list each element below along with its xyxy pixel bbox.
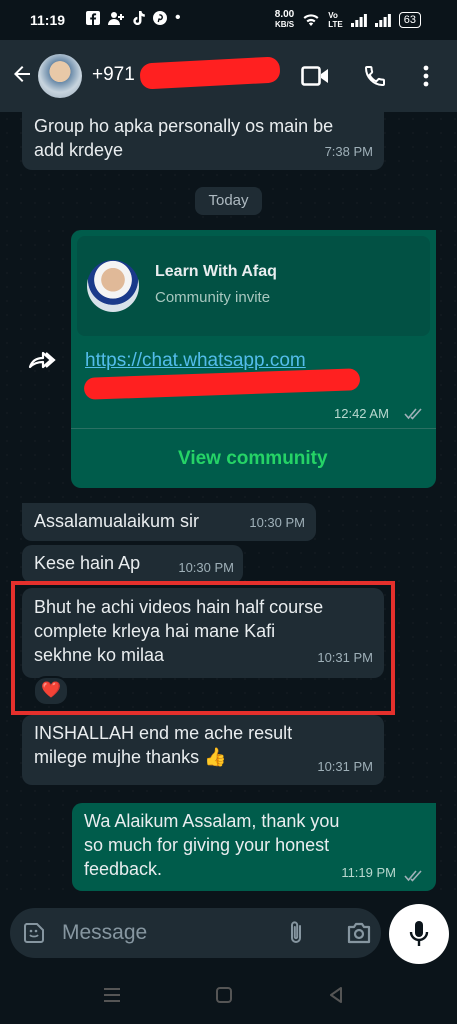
home-icon[interactable] [216,987,232,1003]
message-line: so much for giving your honest [84,835,330,855]
name-redaction [139,56,281,90]
read-receipt-icon [404,870,422,882]
back-arrow-icon[interactable] [10,62,34,86]
community-name: Learn With Afaq [155,263,277,280]
battery-indicator: 63 [398,12,421,28]
message-line: INSHALLAH end me ache result [34,723,293,743]
community-invite-card[interactable]: Learn With Afaq Community invite [77,236,430,336]
dot-icon: • [175,9,181,26]
forward-icon[interactable] [26,347,60,371]
message-composer[interactable]: Message [10,908,381,958]
highlight-box [11,581,395,715]
chat-header: +971 [0,40,457,112]
message-incoming[interactable]: Assalamualaikum sir 10:30 PM [22,503,316,541]
contacts-icon [108,12,124,25]
video-call-icon[interactable] [301,66,329,86]
contact-name[interactable]: +971 [92,64,135,86]
recents-icon[interactable] [104,988,120,1002]
tiktok-icon [133,11,145,25]
speed-value: 8.00 [274,9,295,20]
message-line: add krdeye [34,140,124,160]
message-line: Group ho apka personally os main be [34,116,334,136]
system-nav-bar [0,968,457,1024]
volte-bottom: LTE [328,20,343,29]
message-incoming[interactable]: Kese hain Ap 10:30 PM [22,545,243,583]
message-incoming[interactable]: Group ho apka personally os main be add … [22,106,384,170]
notification-icons: • [86,9,181,26]
status-time: 11:19 [30,12,66,28]
status-bar: 11:19 • 8.00 KB/S Vo LTE 63 [0,0,457,40]
read-receipt-icon [404,408,422,420]
camera-icon[interactable] [346,922,372,944]
attach-icon[interactable] [288,920,304,946]
message-text: Assalamualaikum sir [34,511,200,531]
invite-divider [71,428,436,429]
sticker-icon[interactable] [22,921,46,945]
date-chip: Today [195,187,262,215]
message-incoming[interactable]: INSHALLAH end me ache result milege mujh… [22,715,384,785]
message-outgoing[interactable]: Wa Alaikum Assalam, thank you so much fo… [72,803,436,891]
more-options-icon[interactable] [422,64,430,88]
speed-unit: KB/S [274,20,295,29]
contact-avatar[interactable] [38,54,82,98]
message-time: 10:31 PM [317,759,373,774]
message-time: 11:19 PM [341,865,396,880]
message-line: Wa Alaikum Assalam, thank you [84,811,340,831]
network-speed: 8.00 KB/S [275,10,294,30]
message-time: 10:30 PM [249,515,305,530]
message-input[interactable]: Message [62,921,147,945]
view-community-button[interactable]: View community [178,448,328,470]
voice-call-icon[interactable] [363,64,387,88]
message-time: 12:42 AM [334,406,389,421]
back-nav-icon[interactable] [329,987,343,1003]
message-time: 7:38 PM [324,144,373,159]
facebook-icon [86,11,100,25]
signal-icon [350,13,367,27]
voice-message-button[interactable] [389,904,449,964]
message-time: 10:30 PM [178,560,234,575]
invite-link[interactable]: https://chat.whatsapp.com [85,350,306,372]
microphone-icon [409,921,429,946]
volte-top: Vo [328,11,338,20]
system-indicators: 8.00 KB/S Vo LTE 63 [275,10,421,30]
message-text: Kese hain Ap [34,553,141,573]
community-subtitle: Community invite [155,289,271,306]
signal-icon-2 [374,13,391,27]
community-avatar [87,260,139,312]
volte-indicator: Vo LTE [328,11,343,29]
pinterest-icon [153,11,167,25]
wifi-icon [303,14,319,26]
